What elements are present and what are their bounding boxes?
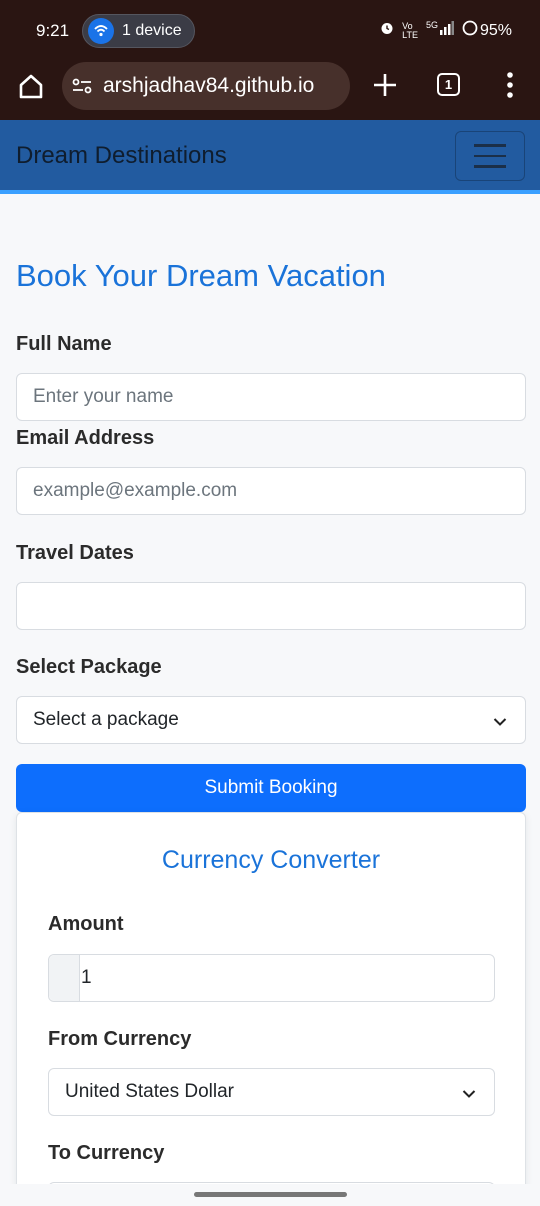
site-settings-icon[interactable]	[71, 75, 93, 97]
chevron-down-icon	[462, 1085, 476, 1099]
chevron-down-icon	[493, 713, 507, 727]
email-label: Email Address	[16, 427, 155, 449]
from-currency-label: From Currency	[48, 1028, 192, 1050]
to-currency-label: To Currency	[48, 1142, 165, 1164]
amount-input[interactable]: 1	[48, 954, 495, 1002]
battery-percent: 95%	[479, 21, 512, 39]
status-bar: 9:21 1 device Vo LTE 5G 95%	[0, 0, 540, 62]
travel-dates-input[interactable]	[16, 582, 526, 630]
submit-booking-button[interactable]: Submit Booking	[16, 764, 526, 812]
currency-converter-card: Currency Converter Amount 1 From Currenc…	[16, 812, 526, 1206]
full-name-label: Full Name	[16, 333, 112, 355]
volte-sub-label: LTE	[402, 29, 418, 40]
full-name-placeholder: Enter your name	[33, 386, 174, 407]
status-icons: Vo LTE 5G 95%	[380, 20, 512, 41]
battery-icon	[462, 20, 478, 41]
url-text[interactable]: arshjadhav84.github.io	[103, 74, 343, 98]
email-input[interactable]: example@example.com	[16, 467, 526, 515]
amount-value: 1	[81, 967, 92, 988]
tab-switcher-button[interactable]: 1	[437, 73, 460, 96]
new-tab-icon[interactable]	[372, 72, 398, 98]
email-placeholder: example@example.com	[33, 480, 238, 501]
more-menu-icon[interactable]	[506, 71, 514, 99]
status-time: 9:21	[36, 21, 70, 40]
home-indicator[interactable]	[194, 1192, 347, 1197]
travel-dates-label: Travel Dates	[16, 542, 134, 564]
page-title: Book Your Dream Vacation	[16, 258, 386, 293]
amount-label: Amount	[48, 913, 124, 935]
signal-icon	[439, 21, 454, 40]
site-navbar: Dream Destinations	[0, 120, 540, 194]
alarm-icon	[380, 21, 394, 40]
converter-title: Currency Converter	[161, 846, 381, 874]
device-pill[interactable]: 1 device	[82, 14, 195, 48]
package-label: Select Package	[16, 656, 162, 678]
amount-addon	[49, 955, 80, 1001]
network-type: 5G	[425, 20, 438, 30]
device-pill-label: 1 device	[122, 22, 182, 39]
navbar-brand[interactable]: Dream Destinations	[16, 142, 227, 170]
package-selected-value: Select a package	[33, 709, 179, 730]
hamburger-icon	[474, 144, 506, 147]
wifi-icon	[88, 18, 114, 44]
full-name-input[interactable]: Enter your name	[16, 373, 526, 421]
url-bar[interactable]: arshjadhav84.github.io	[62, 62, 350, 110]
navbar-toggler-button[interactable]	[455, 131, 525, 181]
from-currency-value: United States Dollar	[65, 1081, 234, 1102]
home-icon[interactable]	[16, 71, 46, 101]
package-select[interactable]: Select a package	[16, 696, 526, 744]
from-currency-select[interactable]: United States Dollar	[48, 1068, 495, 1116]
browser-toolbar: arshjadhav84.github.io 1	[0, 62, 540, 120]
